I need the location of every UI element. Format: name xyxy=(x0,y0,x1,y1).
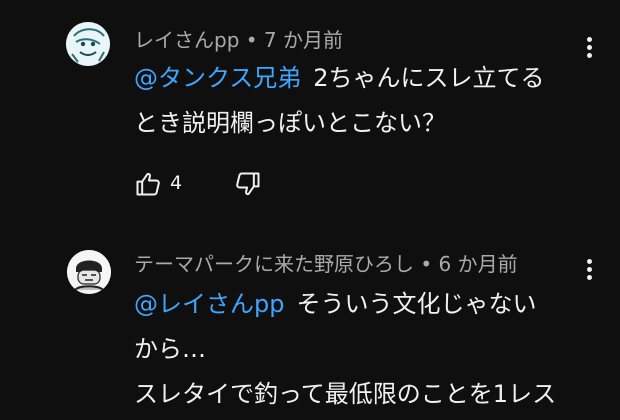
comment-time[interactable]: 6 か月前 xyxy=(439,252,518,276)
more-vert-icon[interactable] xyxy=(578,256,602,284)
comment-item: テーマパークに来た野原ひろし • 6 か月前 @レイさんpp そういう文化じゃない… xyxy=(0,240,620,420)
avatar[interactable] xyxy=(67,250,111,294)
comment-meta: テーマパークに来た野原ひろし • 6 か月前 xyxy=(134,248,518,277)
mention-link[interactable]: @レイさんpp xyxy=(134,290,284,318)
comment-item: レイさんpp • 7 か月前 @タンクス兄弟 2ちゃんにスレ立てる とき説明欄っぽ… xyxy=(0,0,620,230)
thumb-down-icon[interactable] xyxy=(234,170,262,198)
mention-link[interactable]: @タンクス兄弟 xyxy=(134,64,301,92)
comment-line: 2ちゃんにスレ立てる xyxy=(313,64,545,92)
comment-author[interactable]: テーマパークに来た野原ひろし xyxy=(134,252,414,276)
comment-time[interactable]: 7 か月前 xyxy=(264,28,343,52)
comment-line: そういう文化じゃない xyxy=(296,290,537,318)
comment-meta: レイさんpp • 7 か月前 xyxy=(134,24,343,53)
comment-text: @タンクス兄弟 2ちゃんにスレ立てる とき説明欄っぽいとこない？ xyxy=(134,56,594,146)
avatar[interactable] xyxy=(66,22,110,66)
comment-line: から… xyxy=(134,335,206,363)
user-avatar-manga-icon xyxy=(67,250,111,294)
comment-author[interactable]: レイさんpp xyxy=(134,28,239,52)
meta-separator: • xyxy=(420,252,433,276)
comment-text: @レイさんpp そういう文化じゃない から… スレタイで釣って最低限のことを1レス xyxy=(134,282,594,417)
comment-line: とき説明欄っぽいとこない？ xyxy=(134,109,446,137)
user-avatar-sketch-icon xyxy=(66,22,110,66)
thumb-up-icon[interactable] xyxy=(134,170,162,198)
like-count: 4 xyxy=(170,172,183,194)
meta-separator: • xyxy=(245,28,258,52)
comment-line: スレタイで釣って最低限のことを1レス xyxy=(134,380,557,408)
